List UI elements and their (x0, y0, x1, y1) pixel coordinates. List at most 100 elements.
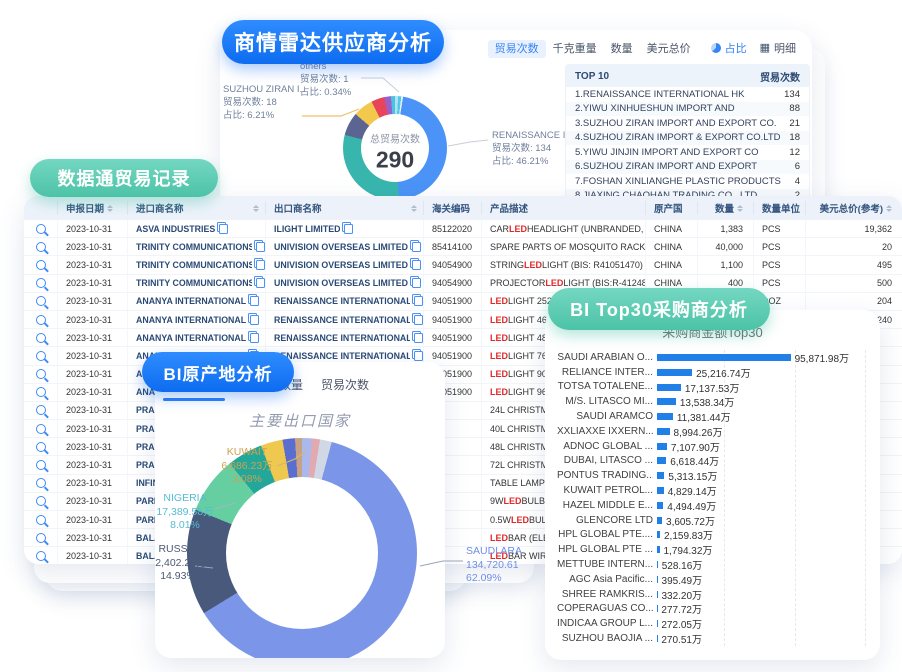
magnifier-icon[interactable] (36, 533, 46, 543)
bar[interactable] (657, 354, 791, 361)
bar[interactable] (657, 457, 666, 464)
bar[interactable] (657, 443, 667, 450)
metric-tab[interactable]: 数量 (604, 40, 640, 58)
bar[interactable] (657, 428, 670, 435)
bar[interactable] (657, 384, 681, 391)
magnifier-icon[interactable] (36, 296, 46, 306)
magnifier-icon[interactable] (36, 369, 46, 379)
magnifier-icon[interactable] (36, 442, 46, 452)
magnifier-icon[interactable] (36, 496, 46, 506)
bar-row[interactable]: SAUDI ARABIAN O... 95,871.98万 (557, 350, 866, 365)
col-unit[interactable]: 数量单位 (754, 201, 806, 215)
copy-icon[interactable] (412, 260, 421, 270)
bar[interactable] (657, 531, 660, 538)
magnifier-icon[interactable] (36, 315, 46, 325)
magnifier-icon[interactable] (36, 242, 46, 252)
bar[interactable] (657, 398, 676, 405)
bar-row[interactable]: METTUBE INTERN... 528.16万 (557, 557, 866, 572)
top10-row[interactable]: 3.SUZHOU ZIRAN IMPORT AND EXPORT CO.21 (566, 116, 809, 131)
copy-icon[interactable] (412, 278, 421, 288)
magnifier-icon[interactable] (36, 424, 46, 434)
bar[interactable] (657, 517, 662, 524)
bar-row[interactable]: XXLIAXXE IXXERN... 8,994.26万 (557, 424, 866, 439)
bar[interactable] (657, 413, 673, 420)
top10-row[interactable]: 4.SUZHOU ZIRAN IMPORT & EXPORT CO.LTD18 (566, 131, 809, 146)
table-row[interactable]: 2023-10-31 ANANYA INTERNATIONAL RENAISSA… (24, 293, 902, 311)
col-product[interactable]: 产品描述 (482, 201, 646, 215)
magnifier-icon[interactable] (36, 515, 46, 525)
magnifier-icon[interactable] (36, 387, 46, 397)
bar-row[interactable]: HPL GLOBAL PTE ... 1,794.32万 (557, 542, 866, 557)
sort-icon[interactable] (411, 205, 417, 212)
bar-row[interactable]: PONTUS TRADING... 5,313.15万 (557, 468, 866, 483)
copy-icon[interactable] (250, 315, 259, 325)
table-row[interactable]: 2023-10-31 TRINITY COMMUNICATIONS UNIVIS… (24, 238, 902, 256)
bar[interactable] (657, 576, 658, 583)
sort-icon[interactable] (737, 205, 743, 212)
col-origin[interactable]: 原产国 (646, 201, 698, 215)
magnifier-icon[interactable] (36, 224, 46, 234)
col-qty[interactable]: 数量 (698, 201, 754, 215)
magnifier-icon[interactable] (36, 460, 46, 470)
col-importer[interactable]: 进口商名称 (128, 201, 266, 215)
table-row[interactable]: 2023-10-31 TRINITY COMMUNICATIONS UNIVIS… (24, 275, 902, 293)
metric-tab[interactable]: 千克重量 (546, 40, 604, 58)
bar[interactable] (657, 502, 663, 509)
sort-icon[interactable] (253, 205, 259, 212)
metric-tab[interactable]: 美元总价 (640, 40, 698, 58)
detail-toggle[interactable]: ▦ 明细 (760, 40, 796, 56)
bar[interactable] (657, 487, 664, 494)
magnifier-icon[interactable] (36, 551, 46, 561)
bar-row[interactable]: TOTSA TOTALENE... 17,137.53万 (557, 380, 866, 395)
magnifier-icon[interactable] (36, 478, 46, 488)
bar-row[interactable]: SAUDI ARAMCO 11,381.44万 (557, 409, 866, 424)
col-hs-code[interactable]: 海关编码 (424, 201, 482, 215)
metric-tab[interactable]: 贸易次数 (488, 40, 546, 58)
sort-icon[interactable] (107, 205, 113, 212)
bar[interactable] (657, 546, 660, 553)
bar[interactable] (657, 472, 664, 479)
table-row[interactable]: 2023-10-31 TRINITY COMMUNICATIONS UNIVIS… (24, 256, 902, 274)
copy-icon[interactable] (414, 351, 423, 361)
copy-icon[interactable] (256, 278, 265, 288)
bar[interactable] (657, 561, 658, 568)
copy-icon[interactable] (219, 224, 228, 234)
top10-row[interactable]: 5.YIWU JINJIN IMPORT AND EXPORT CO12 (566, 145, 809, 160)
bar-row[interactable]: SUZHOU BAOJIA ... 270.51万 (557, 631, 866, 646)
magnifier-icon[interactable] (36, 260, 46, 270)
bar-row[interactable]: ADNOC GLOBAL ... 7,107.90万 (557, 439, 866, 454)
magnifier-icon[interactable] (36, 278, 46, 288)
bar-row[interactable]: KUWAIT PETROL... 4,829.14万 (557, 483, 866, 498)
col-exporter[interactable]: 出口商名称 (266, 201, 424, 215)
bar-row[interactable]: RELIANCE INTER... 25,216.74万 (557, 365, 866, 380)
top10-row[interactable]: 1.RENAISSANCE INTERNATIONAL HK134 (566, 87, 809, 102)
copy-icon[interactable] (412, 242, 421, 252)
top10-row[interactable]: 7.FOSHAN XINLIANGHE PLASTIC PRODUCTS4 (566, 174, 809, 189)
copy-icon[interactable] (256, 242, 265, 252)
bar-row[interactable]: AGC Asia Pacific... 395.49万 (557, 572, 866, 587)
copy-icon[interactable] (344, 224, 353, 234)
magnifier-icon[interactable] (36, 351, 46, 361)
copy-icon[interactable] (250, 296, 259, 306)
sort-icon[interactable] (886, 205, 892, 212)
copy-icon[interactable] (250, 333, 259, 343)
col-usd-total[interactable]: 美元总价(参考) (806, 201, 902, 215)
bar-row[interactable]: COPERAGUAS CO... 277.72万 (557, 602, 866, 617)
bar-row[interactable]: INDICAA GROUP L... 272.05万 (557, 616, 866, 631)
copy-icon[interactable] (256, 260, 265, 270)
copy-icon[interactable] (414, 315, 423, 325)
bar-row[interactable]: DUBAI, LITASCO ... 6,618.44万 (557, 454, 866, 469)
magnifier-icon[interactable] (36, 405, 46, 415)
col-date[interactable]: 申报日期 (58, 201, 128, 215)
bar-row[interactable]: GLENCORE LTD 3,605.72万 (557, 513, 866, 528)
origin-tab[interactable]: 贸易次数 (321, 376, 369, 393)
bar[interactable] (657, 369, 692, 376)
table-row[interactable]: 2023-10-31 ASVA INDUSTRIES ILIGHT LIMITE… (24, 220, 902, 238)
bar-row[interactable]: SHREE RAMKRIS... 332.20万 (557, 587, 866, 602)
top10-row[interactable]: 6.SUZHOU ZIRAN IMPORT AND EXPORT6 (566, 160, 809, 175)
bar-row[interactable]: HAZEL MIDDLE E... 4,494.49万 (557, 498, 866, 513)
copy-icon[interactable] (414, 333, 423, 343)
magnifier-icon[interactable] (36, 333, 46, 343)
top10-row[interactable]: 2.YIWU XINHUESHUN IMPORT AND88 (566, 102, 809, 117)
ratio-toggle[interactable]: 占比 (711, 40, 747, 56)
